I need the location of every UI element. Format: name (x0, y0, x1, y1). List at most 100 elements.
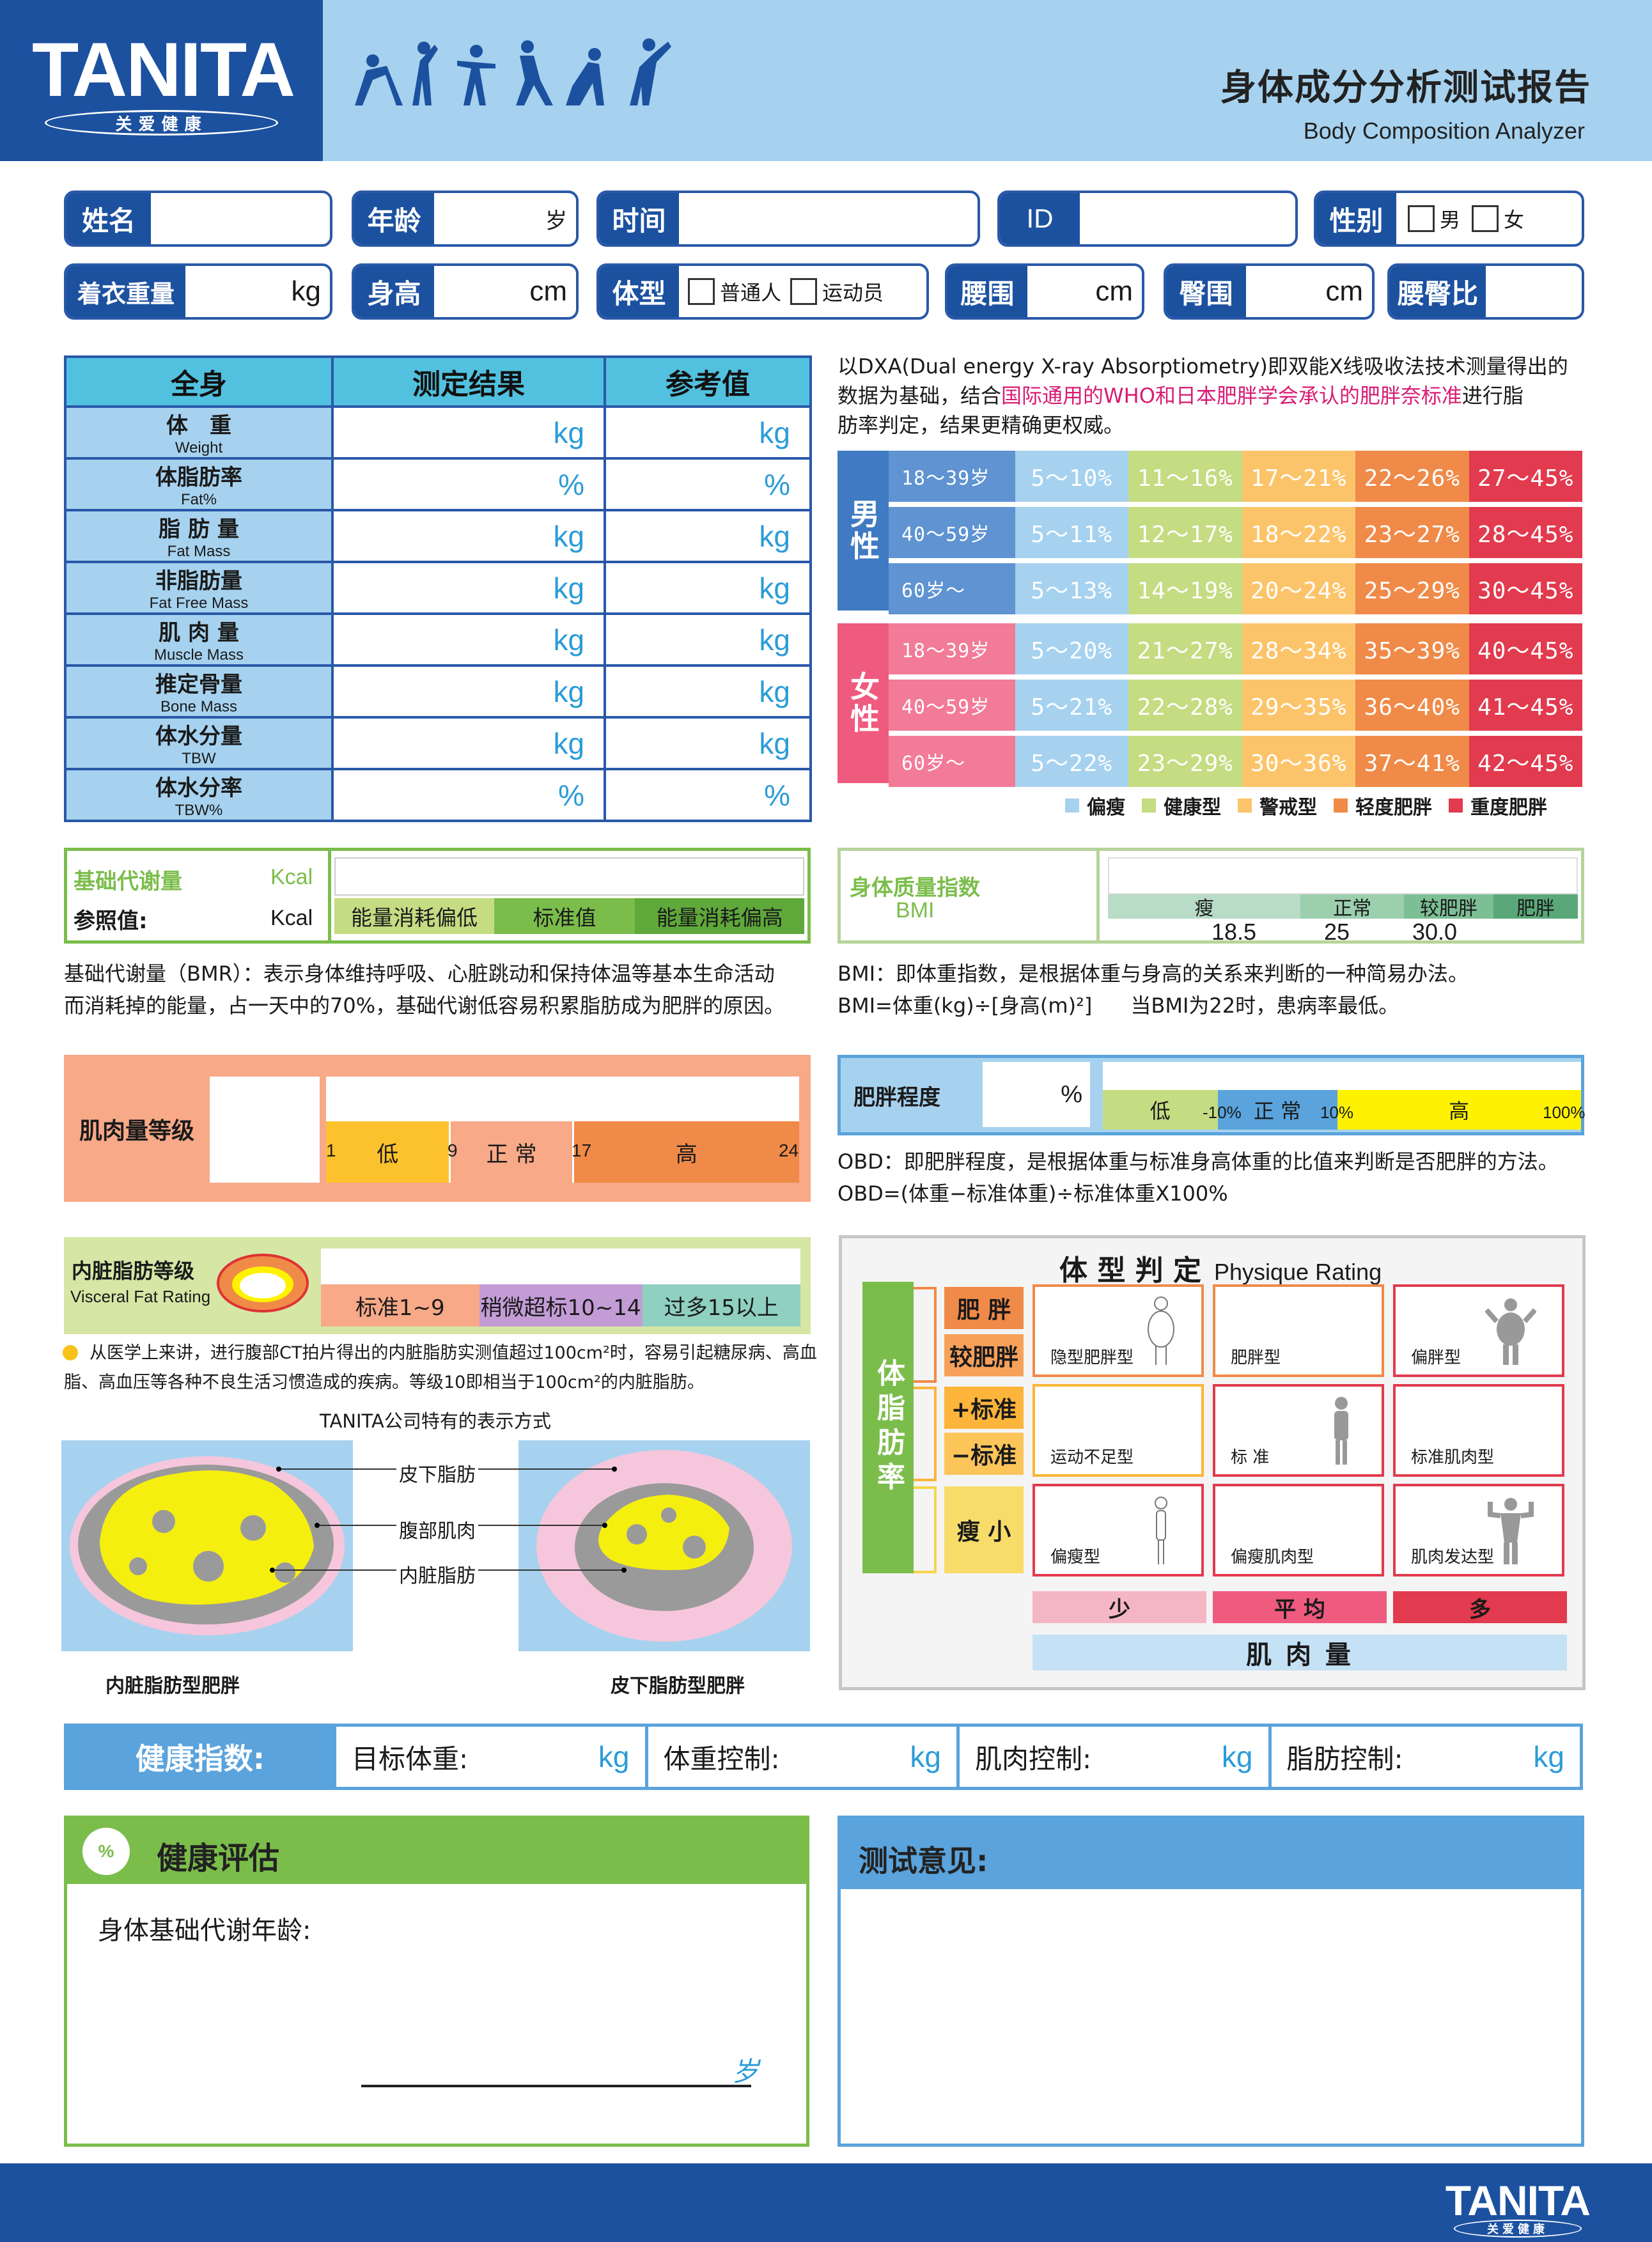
bmi-scale-thin: 瘦 (1108, 894, 1301, 920)
fat-range-cell: 40～45% (1469, 623, 1582, 674)
bmr-note: 基础代谢量（BMR）：表示身体维持呼吸、心脏跳动和保持体温等基本生命活动 而消耗掉… (64, 961, 785, 1018)
obesity-value[interactable]: % (983, 1062, 1090, 1127)
fat-range-cell: 37～41% (1355, 736, 1469, 787)
result-cell[interactable]: kg (331, 612, 607, 667)
result-cell[interactable]: kg (331, 509, 607, 563)
normal-checkbox[interactable] (688, 278, 715, 305)
row-label-overweight: 较肥胖 (944, 1334, 1024, 1376)
table-row: 非脂肪量 Fat Free Mass kg kg (64, 561, 812, 615)
physique-cell[interactable]: 偏瘦肌肉型 (1213, 1484, 1384, 1576)
result-cell[interactable]: kg (331, 561, 607, 615)
ct-caption-subcutaneous: 皮下脂肪型肥胖 (611, 1675, 745, 1697)
physique-cell[interactable]: 肥胖型 (1213, 1284, 1384, 1377)
reference-cell[interactable]: kg (604, 509, 812, 563)
female-checkbox[interactable] (1472, 205, 1499, 232)
clothes-weight-field[interactable]: 着衣重量 kg (64, 263, 332, 320)
bmr-label: 基础代谢量 (74, 869, 182, 894)
fat-range-cell: 29～35% (1242, 680, 1355, 731)
muscle-level-value[interactable] (210, 1077, 320, 1183)
standard-figure-icon (1334, 1397, 1348, 1465)
result-cell[interactable]: kg (331, 716, 607, 770)
physique-cell[interactable]: 偏瘦型 (1032, 1484, 1204, 1576)
col-header: 全身 (64, 355, 334, 408)
row-name: 肌 肉 量 Muscle Mass (64, 612, 334, 667)
result-cell[interactable]: % (331, 768, 607, 822)
bmi-value-area[interactable] (1108, 857, 1578, 894)
age-field[interactable]: 年龄 岁 (352, 191, 579, 247)
muscle-level-low: 少 (1032, 1591, 1206, 1623)
name-field[interactable]: 姓名 (64, 191, 332, 247)
row-name: 体水分率 TBW% (64, 768, 334, 822)
health-index-bar: 健康指数: 目标体重: kg 体重控制: kg 肌肉控制: kg 脂肪控制: kg (64, 1724, 1583, 1790)
visceral-note: 从医学上来讲，进行腹部CT拍片得出的内脏脂肪实测值超过100cm²时，容易引起糖… (64, 1343, 817, 1392)
fat-range-cell: 41～45% (1469, 680, 1582, 731)
row-label-thin: 瘦 小 (944, 1486, 1024, 1573)
table-row: 体 重 Weight kg kg (64, 405, 812, 460)
physique-cell[interactable]: 标准肌肉型 (1393, 1384, 1564, 1477)
reference-cell[interactable]: kg (604, 612, 812, 667)
waist-unit: cm (1095, 276, 1133, 307)
fat-range-cell: 28～45% (1469, 507, 1582, 558)
reference-cell[interactable]: kg (604, 716, 812, 770)
fat-range-cell: 28～34% (1242, 623, 1355, 674)
obesity-tick: 10% (1320, 1103, 1354, 1122)
clothes-weight-label: 着衣重量 (66, 266, 185, 317)
hip-field[interactable]: 臀围 cm (1164, 263, 1375, 320)
fat-range-cell: 42～45% (1469, 736, 1582, 787)
test-opinion-box[interactable]: 测试意见: (838, 1816, 1584, 2147)
bmi-note: BMI：即体重指数，是根据体重与身高的关系来判断的一种简易办法。 BMI=体重(… (838, 961, 1469, 1018)
athlete-checkbox[interactable] (790, 278, 818, 305)
fat-range-cell: 22～26% (1355, 451, 1469, 502)
physique-cell[interactable]: 标 准 (1213, 1384, 1384, 1477)
male-checkbox[interactable] (1408, 205, 1435, 232)
table-row: 体水分量 TBW kg kg (64, 716, 812, 770)
reference-cell[interactable]: kg (604, 561, 812, 615)
muscle-level-box: 肌肉量等级 低 正 常 高 1 9 17 24 (64, 1055, 811, 1202)
health-evaluation-box: % 健康评估 身体基础代谢年龄: 岁 (64, 1816, 809, 2147)
row-name: 推定骨量 Bone Mass (64, 664, 334, 719)
target-weight-field[interactable]: 目标体重: kg (333, 1727, 645, 1787)
height-field[interactable]: 身高 cm (352, 263, 579, 320)
physique-cell[interactable]: 偏胖型 (1393, 1284, 1564, 1377)
fat-range-cell: 30～36% (1242, 736, 1355, 787)
bmr-scale-standard: 标准值 (494, 898, 635, 934)
physique-cell[interactable]: 隐型肥胖型 (1032, 1284, 1204, 1377)
whr-field[interactable]: 腰臀比 (1387, 263, 1584, 320)
bmr-value-area[interactable] (334, 857, 804, 896)
visceral-box: 内脏脂肪等级 Visceral Fat Rating 标准1~9 稍微超标10~… (64, 1237, 811, 1334)
age-range-cell: 18～39岁 (889, 451, 1015, 502)
exercise-figures-icon (355, 38, 671, 105)
report-title: 身体成分分析测试报告 (1220, 67, 1591, 109)
physique-cell[interactable]: 运动不足型 (1032, 1384, 1204, 1477)
bmr-unit: Kcal (270, 865, 313, 889)
bmr-age-line[interactable] (361, 2085, 751, 2087)
table-row: 脂 肪 量 Fat Mass kg kg (64, 509, 812, 563)
reference-cell[interactable]: kg (604, 664, 812, 719)
obesity-tick: 100% (1543, 1103, 1586, 1122)
obesity-tick: -10% (1203, 1103, 1242, 1122)
physique-cell[interactable]: 肌肉发达型 (1393, 1484, 1564, 1576)
weight-control-field[interactable]: 体重控制: kg (644, 1727, 957, 1787)
legend-swatch (1449, 798, 1463, 813)
thin-figure-icon (1155, 1497, 1167, 1564)
fat-chart-description: 以DXA(Dual energy X-ray Absorptiometry)即双… (838, 354, 1568, 437)
sex-label: 性别 (1316, 193, 1396, 244)
muscle-control-field[interactable]: 肌肉控制: kg (956, 1727, 1268, 1787)
reference-cell[interactable]: kg (604, 405, 812, 460)
result-cell[interactable]: kg (331, 664, 607, 719)
fat-range-cell: 5～20% (1015, 623, 1128, 674)
fat-chart-row: 40～59岁 5～21% 22～28% 29～35% 36～40% 41～45% (889, 680, 1582, 731)
fat-range-cell: 20～24% (1242, 563, 1355, 614)
muscular-figure-icon (1488, 1498, 1534, 1564)
result-cell[interactable]: kg (331, 405, 607, 460)
name-label: 姓名 (66, 193, 151, 244)
fat-control-field[interactable]: 脂肪控制: kg (1268, 1727, 1580, 1787)
reference-cell[interactable]: % (604, 768, 812, 822)
waist-field[interactable]: 腰围 cm (945, 263, 1144, 320)
result-cell[interactable]: % (331, 457, 607, 511)
row-label-obese: 肥 胖 (944, 1287, 1024, 1329)
bmi-tick: 30.0 (1412, 919, 1458, 945)
reference-cell[interactable]: % (604, 457, 812, 511)
id-field[interactable]: ID (997, 191, 1298, 247)
time-field[interactable]: 时间 (596, 191, 980, 247)
